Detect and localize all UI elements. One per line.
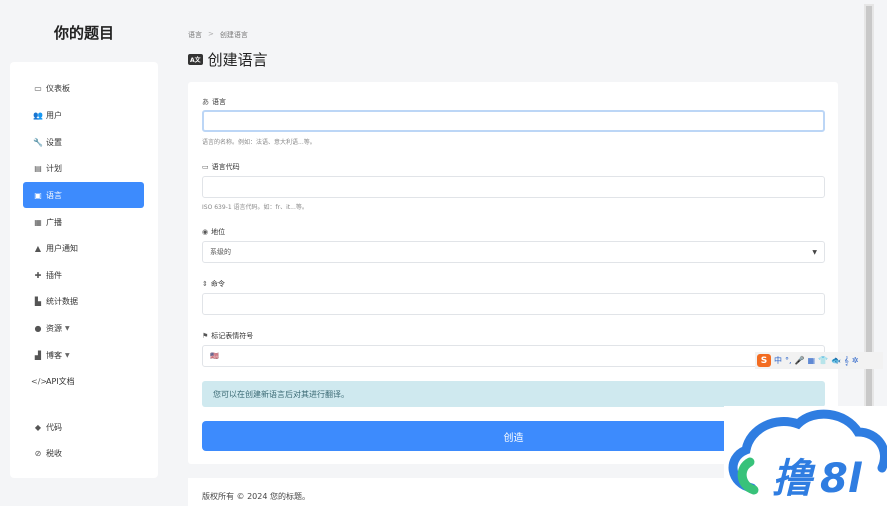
ime-toolbar: S 中 °, 🎤 ▦ 👕 🐟 𝄞 ✲ <box>755 352 883 369</box>
sidebar-item-label: API文档 <box>46 376 75 386</box>
language-name-input[interactable] <box>202 110 825 132</box>
paperclip-icon: ⊘ <box>34 448 42 458</box>
blog-icon: ▟ <box>34 350 42 360</box>
chart-icon: ▙ <box>34 296 42 306</box>
breadcrumb-current: 创建语言 <box>219 31 248 39</box>
flag-emoji-label: ⚑ 标记表情符号 <box>202 331 253 341</box>
info-notice: 您可以在创建新语言后对其进行翻译。 <box>202 381 825 407</box>
breadcrumb: 语言 > 创建语言 <box>188 30 248 40</box>
brand: 你的题目 <box>10 4 158 60</box>
mascot-icon[interactable]: 🐟 <box>831 356 841 365</box>
order-label: ⇕ 命令 <box>202 279 225 289</box>
language-name-hint: 语言的名称。例如：法语、意大利语...等。 <box>202 139 316 146</box>
sidebar-item-label: 计划 <box>46 163 62 173</box>
sidebar-item-settings[interactable]: 🔧 设置 <box>23 129 144 155</box>
settings-icon[interactable]: ✲ <box>852 356 859 365</box>
language-code-label: ▭ 语言代码 <box>202 162 240 172</box>
svg-text:撸: 撸 <box>772 456 816 502</box>
sidebar-item-broadcast[interactable]: ▦ 广播 <box>23 209 144 235</box>
sidebar-item-label: 仪表板 <box>46 83 70 93</box>
flag-emoji-input[interactable]: 🇺🇸 <box>202 345 825 367</box>
sidebar-item-partial[interactable] <box>23 466 144 478</box>
code-icon: </> <box>31 376 48 386</box>
sidebar-item-taxes[interactable]: ⊘ 税收 <box>23 440 144 466</box>
sogou-logo-icon[interactable]: S <box>757 354 771 367</box>
sidebar-item-label: 广播 <box>46 217 62 227</box>
broadcast-icon: ▦ <box>34 217 42 227</box>
svg-text:8l: 8l <box>820 456 863 502</box>
order-input[interactable] <box>202 293 825 315</box>
microphone-icon[interactable]: 🎤 <box>795 356 805 365</box>
keyboard-icon[interactable]: ▦ <box>808 356 816 365</box>
clipboard-icon: ▤ <box>34 163 42 173</box>
users-icon: 👥 <box>33 110 43 120</box>
language-icon: ▣ <box>34 190 42 200</box>
sidebar-item-blog[interactable]: ▟ 博客 ▼ <box>23 342 144 368</box>
tag-icon: ◆ <box>34 422 42 432</box>
sidebar-item-label: 博客 <box>46 350 62 360</box>
sidebar-item-resources[interactable]: ● 资源 ▼ <box>23 315 144 341</box>
brand-title: 你的题目 <box>53 23 114 42</box>
sidebar: ▭ 仪表板 👥 用户 🔧 设置 ▤ 计划 ▣ 语言 ▦ 广播 ▲ 用户通知 ✚ <box>10 62 158 478</box>
sidebar-item-label: 语言 <box>46 190 62 200</box>
bell-icon: ▲ <box>34 243 42 253</box>
page: 你的题目 ▭ 仪表板 👥 用户 🔧 设置 ▤ 计划 ▣ 语言 ▦ 广播 ▲ 用户… <box>0 0 887 506</box>
id-card-icon: ▭ <box>202 163 209 171</box>
copyright-text: 版权所有 © 2024 您的标题。 <box>202 492 310 501</box>
language-name-label-text: 语言 <box>212 98 226 106</box>
breadcrumb-parent-link[interactable]: 语言 <box>188 30 202 40</box>
language-name-label: あ 语言 <box>202 97 226 107</box>
breadcrumb-separator: > <box>208 30 214 38</box>
flag-icon: ⚑ <box>202 332 209 340</box>
watermark-cloud-icon: 撸 8l <box>728 409 887 502</box>
flag-emoji-label-text: 标记表情符号 <box>211 332 254 340</box>
chevron-down-icon: ▼ <box>65 324 70 332</box>
tools-icon[interactable]: 𝄞 <box>844 356 849 366</box>
sidebar-item-label: 资源 <box>46 323 62 333</box>
sidebar-item-label: 用户通知 <box>46 243 78 253</box>
sidebar-item-plans[interactable]: ▤ 计划 <box>23 155 144 181</box>
chevron-down-icon: ▼ <box>65 351 70 359</box>
info-icon: ● <box>34 323 42 333</box>
puzzle-icon: ✚ <box>34 270 42 280</box>
monitor-icon: ▭ <box>34 83 42 93</box>
language-code-input[interactable] <box>202 176 825 198</box>
language-code-label-text: 语言代码 <box>211 163 240 171</box>
status-select[interactable]: 系级的 ▼ <box>202 241 825 263</box>
chinese-mode-icon[interactable]: 中 <box>774 355 782 366</box>
page-title-text: 创建语言 <box>207 51 268 69</box>
watermark-logo: 撸 8l <box>724 406 887 506</box>
status-label-text: 地位 <box>211 228 226 236</box>
sidebar-item-user-notifications[interactable]: ▲ 用户通知 <box>23 235 144 261</box>
sidebar-item-label: 用户 <box>46 110 62 120</box>
skin-icon[interactable]: 👕 <box>818 356 828 365</box>
wrench-icon: 🔧 <box>33 137 43 147</box>
sidebar-item-users[interactable]: 👥 用户 <box>23 102 144 128</box>
sidebar-item-codes[interactable]: ◆ 代码 <box>23 414 144 440</box>
sort-icon: ⇕ <box>202 280 208 288</box>
sidebar-item-api-docs[interactable]: </> API文档 <box>23 368 144 394</box>
status-label: ◉ 地位 <box>202 227 225 237</box>
language-icon: あ <box>202 98 209 106</box>
page-title: A文 创建语言 <box>188 49 268 70</box>
sidebar-item-label: 设置 <box>46 137 62 147</box>
status-select-value: 系级的 <box>210 248 231 256</box>
scrollbar[interactable] <box>864 4 874 409</box>
sidebar-item-label: 统计数据 <box>46 296 78 306</box>
caret-down-icon: ▼ <box>812 248 817 256</box>
sidebar-item-label: 税收 <box>46 448 62 458</box>
sidebar-item-languages[interactable]: ▣ 语言 <box>23 182 144 208</box>
sidebar-item-label: 代码 <box>46 422 62 432</box>
sidebar-item-statistics[interactable]: ▙ 统计数据 <box>23 288 144 314</box>
language-code-hint: ISO 639-1 语言代码。如：fr、it...等。 <box>202 204 308 211</box>
punctuation-icon[interactable]: °, <box>785 356 792 365</box>
sidebar-item-plugins[interactable]: ✚ 插件 <box>23 262 144 288</box>
order-label-text: 命令 <box>210 280 225 288</box>
sidebar-item-dashboard[interactable]: ▭ 仪表板 <box>23 75 144 101</box>
language-icon: A文 <box>188 54 203 65</box>
sidebar-item-label: 插件 <box>46 270 62 280</box>
toggle-icon: ◉ <box>202 228 209 236</box>
